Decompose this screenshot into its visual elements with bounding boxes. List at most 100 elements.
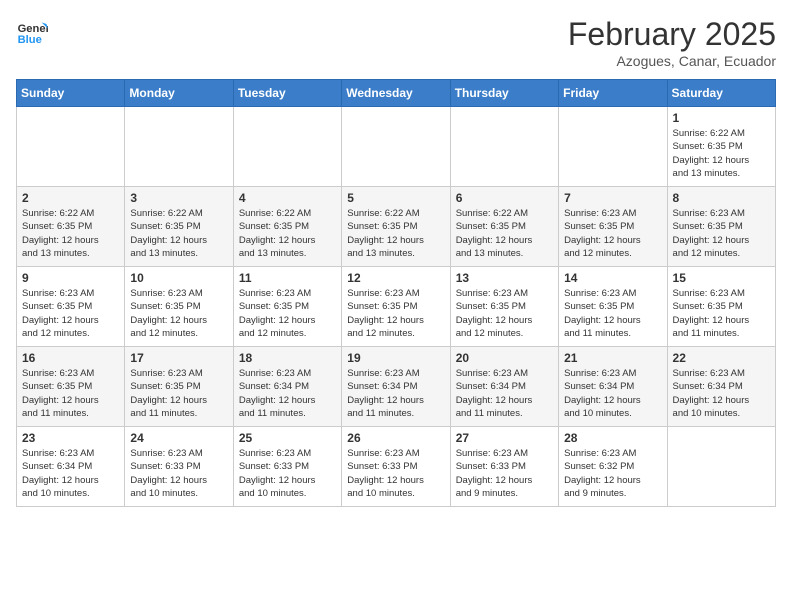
weekday-header-wednesday: Wednesday — [342, 80, 450, 107]
svg-text:Blue: Blue — [18, 34, 42, 46]
day-info: Sunrise: 6:23 AM Sunset: 6:32 PM Dayligh… — [564, 447, 661, 500]
calendar-cell: 8Sunrise: 6:23 AM Sunset: 6:35 PM Daylig… — [667, 187, 775, 267]
day-number: 21 — [564, 351, 661, 365]
day-number: 14 — [564, 271, 661, 285]
day-info: Sunrise: 6:23 AM Sunset: 6:34 PM Dayligh… — [22, 447, 119, 500]
day-number: 7 — [564, 191, 661, 205]
day-info: Sunrise: 6:23 AM Sunset: 6:33 PM Dayligh… — [456, 447, 553, 500]
calendar-cell: 25 Sunrise: 6:23 AM Sunset: 6:33 PM Dayli… — [233, 427, 341, 507]
calendar-cell: 21 Sunrise: 6:23 AM Sunset: 6:34 PM Dayli… — [559, 347, 667, 427]
day-info: Sunrise: 6:23 AM Sunset: 6:34 PM Dayligh… — [239, 367, 336, 420]
calendar-cell: 11 Sunrise: 6:23 AM Sunset: 6:35 PM Dayli… — [233, 267, 341, 347]
logo-icon: General Blue — [16, 16, 48, 48]
calendar-cell: 16Sunrise: 6:23 AM Sunset: 6:35 PM Dayli… — [17, 347, 125, 427]
day-number: 23 — [22, 431, 119, 445]
day-info: Sunrise: 6:23 AM Sunset: 6:35 PM Dayligh… — [22, 287, 119, 340]
day-info: Sunrise: 6:22 AM Sunset: 6:35 PM Dayligh… — [130, 207, 227, 260]
weekday-header-tuesday: Tuesday — [233, 80, 341, 107]
day-info: Sunrise: 6:23 AM Sunset: 6:33 PM Dayligh… — [130, 447, 227, 500]
day-number: 25 — [239, 431, 336, 445]
calendar-cell: 20 Sunrise: 6:23 AM Sunset: 6:34 PM Dayli… — [450, 347, 558, 427]
day-info: Sunrise: 6:22 AM Sunset: 6:35 PM Dayligh… — [673, 127, 770, 180]
day-number: 15 — [673, 271, 770, 285]
day-number: 12 — [347, 271, 444, 285]
weekday-header-monday: Monday — [125, 80, 233, 107]
day-number: 18 — [239, 351, 336, 365]
calendar-cell: 9 Sunrise: 6:23 AM Sunset: 6:35 PM Daylig… — [17, 267, 125, 347]
calendar-cell: 1 Sunrise: 6:22 AM Sunset: 6:35 PM Daylig… — [667, 107, 775, 187]
month-title: February 2025 — [568, 16, 776, 53]
weekday-header-friday: Friday — [559, 80, 667, 107]
calendar-cell — [559, 107, 667, 187]
calendar-cell: 14 Sunrise: 6:23 AM Sunset: 6:35 PM Dayli… — [559, 267, 667, 347]
page-header: General Blue February 2025 Azogues, Cana… — [16, 16, 776, 69]
calendar-cell: 17Sunrise: 6:23 AM Sunset: 6:35 PM Dayli… — [125, 347, 233, 427]
day-info: Sunrise: 6:23 AM Sunset: 6:35 PM Dayligh… — [456, 287, 553, 340]
calendar-cell: 3 Sunrise: 6:22 AM Sunset: 6:35 PM Daylig… — [125, 187, 233, 267]
week-row-1: 1 Sunrise: 6:22 AM Sunset: 6:35 PM Daylig… — [17, 107, 776, 187]
day-info: Sunrise: 6:23 AM Sunset: 6:34 PM Dayligh… — [673, 367, 770, 420]
svg-text:General: General — [18, 23, 48, 35]
calendar-cell — [342, 107, 450, 187]
calendar-cell: 12 Sunrise: 6:23 AM Sunset: 6:35 PM Dayli… — [342, 267, 450, 347]
calendar-cell: 28 Sunrise: 6:23 AM Sunset: 6:32 PM Dayli… — [559, 427, 667, 507]
day-info: Sunrise: 6:23 AM Sunset: 6:34 PM Dayligh… — [564, 367, 661, 420]
weekday-header-sunday: Sunday — [17, 80, 125, 107]
day-info: Sunrise: 6:23 AM Sunset: 6:34 PM Dayligh… — [456, 367, 553, 420]
calendar-cell: 5 Sunrise: 6:22 AM Sunset: 6:35 PM Daylig… — [342, 187, 450, 267]
logo: General Blue — [16, 16, 48, 48]
calendar-cell: 6 Sunrise: 6:22 AM Sunset: 6:35 PM Daylig… — [450, 187, 558, 267]
week-row-4: 16Sunrise: 6:23 AM Sunset: 6:35 PM Dayli… — [17, 347, 776, 427]
calendar-cell — [17, 107, 125, 187]
week-row-2: 2 Sunrise: 6:22 AM Sunset: 6:35 PM Daylig… — [17, 187, 776, 267]
week-row-3: 9 Sunrise: 6:23 AM Sunset: 6:35 PM Daylig… — [17, 267, 776, 347]
calendar-cell: 2 Sunrise: 6:22 AM Sunset: 6:35 PM Daylig… — [17, 187, 125, 267]
day-info: Sunrise: 6:23 AM Sunset: 6:35 PM Dayligh… — [564, 207, 661, 260]
day-number: 3 — [130, 191, 227, 205]
day-info: Sunrise: 6:23 AM Sunset: 6:33 PM Dayligh… — [347, 447, 444, 500]
day-info: Sunrise: 6:23 AM Sunset: 6:35 PM Dayligh… — [673, 207, 770, 260]
day-number: 24 — [130, 431, 227, 445]
calendar-cell: 19 Sunrise: 6:23 AM Sunset: 6:34 PM Dayli… — [342, 347, 450, 427]
day-number: 6 — [456, 191, 553, 205]
day-info: Sunrise: 6:23 AM Sunset: 6:35 PM Dayligh… — [130, 287, 227, 340]
day-info: Sunrise: 6:23 AM Sunset: 6:35 PM Dayligh… — [130, 367, 227, 420]
calendar-cell: 22 Sunrise: 6:23 AM Sunset: 6:34 PM Dayli… — [667, 347, 775, 427]
calendar-cell — [450, 107, 558, 187]
day-number: 22 — [673, 351, 770, 365]
calendar-cell — [667, 427, 775, 507]
calendar-cell — [125, 107, 233, 187]
day-number: 1 — [673, 111, 770, 125]
day-number: 20 — [456, 351, 553, 365]
day-number: 11 — [239, 271, 336, 285]
day-info: Sunrise: 6:23 AM Sunset: 6:33 PM Dayligh… — [239, 447, 336, 500]
day-info: Sunrise: 6:23 AM Sunset: 6:35 PM Dayligh… — [347, 287, 444, 340]
day-info: Sunrise: 6:22 AM Sunset: 6:35 PM Dayligh… — [22, 207, 119, 260]
calendar-cell: 24 Sunrise: 6:23 AM Sunset: 6:33 PM Dayli… — [125, 427, 233, 507]
day-info: Sunrise: 6:23 AM Sunset: 6:35 PM Dayligh… — [239, 287, 336, 340]
calendar-cell: 23 Sunrise: 6:23 AM Sunset: 6:34 PM Dayli… — [17, 427, 125, 507]
calendar-cell — [233, 107, 341, 187]
day-number: 5 — [347, 191, 444, 205]
calendar-table: SundayMondayTuesdayWednesdayThursdayFrid… — [16, 79, 776, 507]
calendar-cell: 27 Sunrise: 6:23 AM Sunset: 6:33 PM Dayli… — [450, 427, 558, 507]
weekday-header-thursday: Thursday — [450, 80, 558, 107]
calendar-cell: 26 Sunrise: 6:23 AM Sunset: 6:33 PM Dayli… — [342, 427, 450, 507]
day-number: 27 — [456, 431, 553, 445]
location-subtitle: Azogues, Canar, Ecuador — [568, 53, 776, 69]
day-info: Sunrise: 6:23 AM Sunset: 6:35 PM Dayligh… — [673, 287, 770, 340]
title-block: February 2025 Azogues, Canar, Ecuador — [568, 16, 776, 69]
day-info: Sunrise: 6:22 AM Sunset: 6:35 PM Dayligh… — [347, 207, 444, 260]
day-info: Sunrise: 6:22 AM Sunset: 6:35 PM Dayligh… — [239, 207, 336, 260]
day-info: Sunrise: 6:23 AM Sunset: 6:34 PM Dayligh… — [347, 367, 444, 420]
day-number: 4 — [239, 191, 336, 205]
day-number: 26 — [347, 431, 444, 445]
day-number: 19 — [347, 351, 444, 365]
calendar-cell: 4 Sunrise: 6:22 AM Sunset: 6:35 PM Daylig… — [233, 187, 341, 267]
day-info: Sunrise: 6:23 AM Sunset: 6:35 PM Dayligh… — [564, 287, 661, 340]
day-number: 2 — [22, 191, 119, 205]
day-number: 28 — [564, 431, 661, 445]
day-number: 9 — [22, 271, 119, 285]
day-info: Sunrise: 6:22 AM Sunset: 6:35 PM Dayligh… — [456, 207, 553, 260]
day-number: 10 — [130, 271, 227, 285]
